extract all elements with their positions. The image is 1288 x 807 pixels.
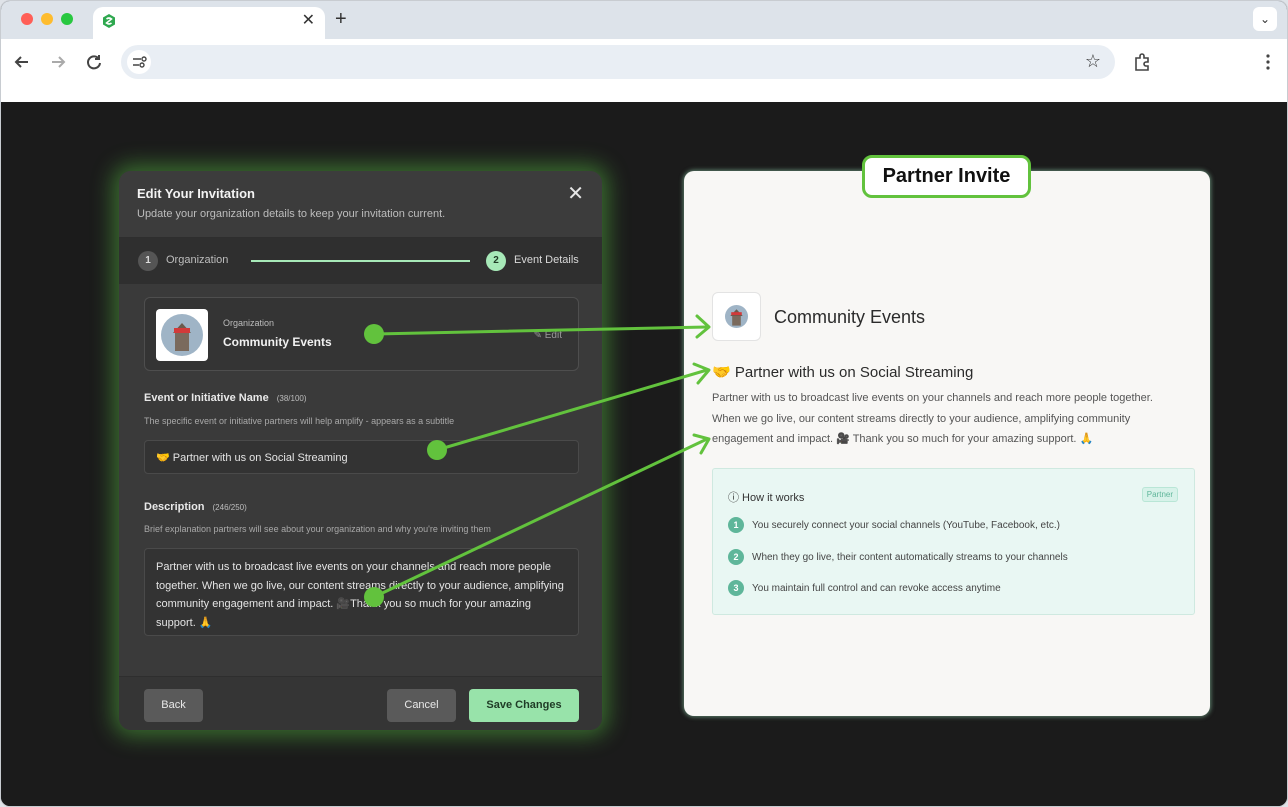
event-name-label: Event or Initiative Name (38/100): [144, 392, 307, 404]
toolbar-divider: [1, 85, 1287, 102]
how-it-works-box: ⓘ How it works Partner 1 You securely con…: [712, 468, 1195, 615]
page-content: Edit Your Invitation Update your organiz…: [1, 102, 1287, 806]
organization-card: Organization Community Events ✎ Edit: [144, 297, 579, 371]
how-step-number: 1: [728, 517, 744, 533]
organization-logo: [156, 309, 208, 361]
tab-close-icon[interactable]: ✕: [302, 11, 315, 31]
browser-window: ✕ + ⌄ ☆ Edit Your Invitation Update your…: [0, 0, 1288, 807]
description-label-text: Description: [144, 501, 205, 513]
browser-menu-icon[interactable]: [1257, 51, 1279, 73]
edit-organization-link[interactable]: ✎ Edit: [534, 330, 562, 341]
save-changes-button[interactable]: Save Changes: [469, 689, 579, 722]
forward-icon[interactable]: [47, 51, 69, 73]
preview-organization-name: Community Events: [774, 307, 926, 327]
reload-icon[interactable]: [83, 51, 105, 73]
partner-badge: Partner: [1141, 487, 1178, 502]
extensions-icon[interactable]: [1131, 51, 1153, 73]
how-step-number: 2: [728, 549, 744, 565]
description-label: Description (246/250): [144, 501, 247, 513]
step-label-event-details[interactable]: Event Details: [514, 254, 579, 266]
tab-strip: ✕ + ⌄: [1, 1, 1287, 39]
how-it-works-title: ⓘ How it works: [728, 492, 805, 504]
minimize-window-button[interactable]: [41, 13, 53, 25]
organization-name: Community Events: [223, 335, 332, 349]
event-name-input[interactable]: 🤝 Partner with us on Social Streaming: [144, 440, 579, 474]
browser-toolbar: ☆: [1, 39, 1287, 85]
description-textarea[interactable]: Partner with us to broadcast live events…: [144, 548, 579, 636]
tab-search-button[interactable]: ⌄: [1253, 7, 1277, 31]
preview-title: 🤝 Partner with us on Social Streaming: [712, 364, 974, 381]
description-help: Brief explanation partners will see abou…: [144, 524, 491, 534]
step-number-organization: 1: [138, 251, 158, 271]
how-step: 1 You securely connect your social channe…: [728, 517, 1060, 533]
how-step-text: You maintain full control and can revoke…: [752, 583, 1001, 594]
modal-footer: Back Cancel Save Changes: [119, 676, 602, 730]
back-button[interactable]: Back: [144, 689, 203, 722]
back-icon[interactable]: [11, 51, 33, 73]
event-name-count: (38/100): [276, 394, 307, 403]
maximize-window-button[interactable]: [61, 13, 73, 25]
edit-invitation-modal: Edit Your Invitation Update your organiz…: [119, 171, 602, 730]
modal-subtitle: Update your organization details to keep…: [137, 208, 446, 220]
step-label-organization[interactable]: Organization: [166, 254, 228, 266]
modal-title: Edit Your Invitation: [137, 186, 255, 201]
event-name-label-text: Event or Initiative Name: [144, 392, 269, 404]
preview-organization-logo: [712, 292, 761, 341]
partner-invite-callout: Partner Invite: [862, 155, 1031, 198]
site-favicon-icon: [103, 14, 115, 28]
how-step: 2 When they go live, their content automa…: [728, 549, 1068, 565]
step-number-event-details: 2: [486, 251, 506, 271]
step-connector: [251, 260, 470, 262]
how-step-text: When they go live, their content automat…: [752, 552, 1068, 563]
bookmark-star-icon[interactable]: ☆: [1085, 51, 1101, 72]
cancel-button[interactable]: Cancel: [387, 689, 456, 722]
organization-caption: Organization: [223, 318, 275, 328]
invite-preview-card: Community Events 🤝 Partner with us on So…: [684, 171, 1210, 716]
address-bar[interactable]: ☆: [121, 45, 1115, 79]
new-tab-button[interactable]: +: [335, 7, 347, 31]
event-name-help: The specific event or initiative partner…: [144, 416, 455, 426]
site-info-icon[interactable]: [127, 50, 151, 74]
close-icon[interactable]: ✕: [567, 183, 584, 205]
modal-header: Edit Your Invitation Update your organiz…: [119, 171, 602, 238]
how-step-text: You securely connect your social channel…: [752, 520, 1060, 531]
description-count: (246/250): [212, 503, 247, 512]
close-window-button[interactable]: [21, 13, 33, 25]
how-step-number: 3: [728, 580, 744, 596]
browser-tab[interactable]: ✕: [93, 7, 325, 39]
preview-description: Partner with us to broadcast live events…: [712, 392, 1153, 445]
how-step: 3 You maintain full control and can revok…: [728, 580, 1001, 596]
progress-stepper: 1 Organization 2 Event Details: [119, 238, 602, 284]
